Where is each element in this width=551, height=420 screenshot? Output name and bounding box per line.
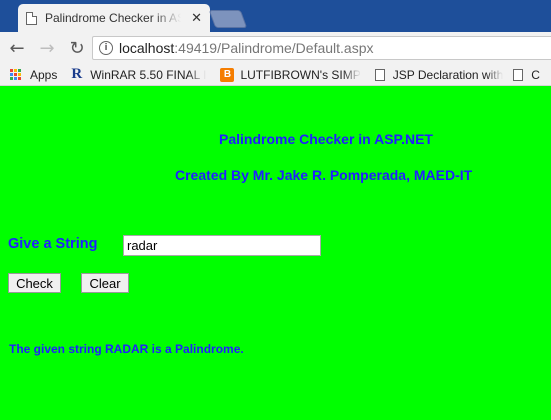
info-icon[interactable]: i xyxy=(99,41,113,55)
back-arrow-icon[interactable]: ← xyxy=(4,35,30,61)
input-label: Give a String xyxy=(8,236,98,252)
close-tab-icon[interactable]: ✕ xyxy=(191,11,202,26)
forward-arrow-icon[interactable]: → xyxy=(34,35,60,61)
blogger-icon: B xyxy=(220,67,235,82)
bookmark-c[interactable]: C xyxy=(513,68,540,82)
bookmark-apps[interactable]: Apps xyxy=(10,68,57,82)
bookmark-label: WinRAR 5.50 FINAL I xyxy=(90,67,207,82)
bookmark-label: Apps xyxy=(30,67,58,82)
page-title: Palindrome Checker in ASP.NET xyxy=(219,131,433,147)
winrar-r-icon: R xyxy=(71,66,83,82)
reload-icon[interactable]: ↻ xyxy=(64,35,90,61)
tab-title: Palindrome Checker in ASP.NET xyxy=(45,11,181,25)
bookmark-label: C xyxy=(531,67,540,82)
author-credit: Created By Mr. Jake R. Pomperada, MAED-I… xyxy=(175,167,473,183)
url-path: :49419/Palindrome/Default.aspx xyxy=(174,40,374,56)
bookmark-jsp[interactable]: JSP Declaration with xyxy=(374,67,504,82)
string-input[interactable] xyxy=(123,235,321,256)
page-icon xyxy=(26,11,37,25)
result-message: The given string RADAR is a Palindrome. xyxy=(9,342,244,356)
check-button[interactable]: Check xyxy=(8,273,61,293)
document-icon xyxy=(374,68,385,81)
apps-grid-icon xyxy=(10,68,22,81)
bookmark-label: JSP Declaration with xyxy=(392,67,504,82)
tab-strip: Palindrome Checker in ASP.NET ✕ xyxy=(0,0,551,32)
bookmark-winrar[interactable]: R WinRAR 5.50 FINAL I xyxy=(71,66,206,83)
document-icon xyxy=(513,68,524,81)
bookmark-label: LUTFIBROWN's SIMP xyxy=(240,67,361,82)
clear-button[interactable]: Clear xyxy=(81,273,129,293)
browser-toolbar: ← → ↻ i localhost:49419/Palindrome/Defau… xyxy=(0,32,551,64)
bookmark-lutfibrown[interactable]: B LUTFIBROWN's SIMP xyxy=(220,67,361,82)
url-text: localhost:49419/Palindrome/Default.aspx xyxy=(119,40,374,56)
url-host: localhost xyxy=(119,40,175,56)
new-tab-button[interactable] xyxy=(208,10,248,28)
bookmarks-bar: Apps R WinRAR 5.50 FINAL I B LUTFIBROWN'… xyxy=(0,64,551,86)
browser-tab[interactable]: Palindrome Checker in ASP.NET ✕ xyxy=(18,4,210,32)
address-bar[interactable]: i localhost:49419/Palindrome/Default.asp… xyxy=(92,36,551,60)
